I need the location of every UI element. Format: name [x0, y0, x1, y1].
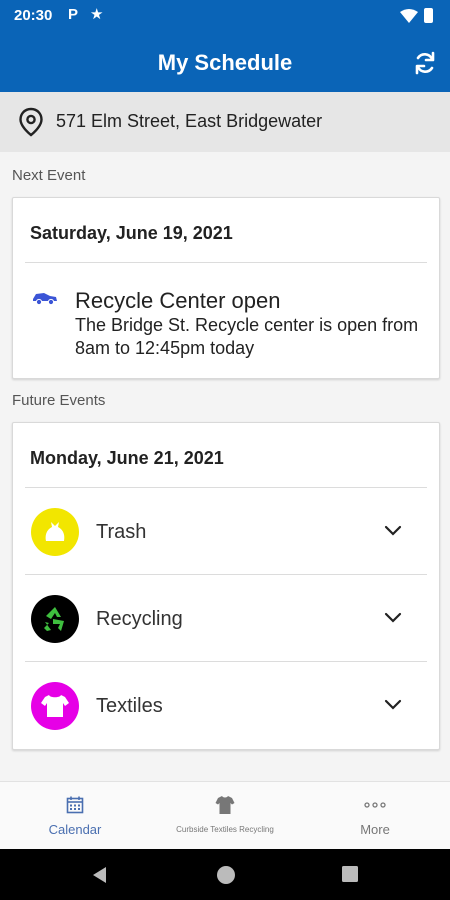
event-row-trash[interactable]: Trash [13, 488, 439, 574]
shirt-icon [215, 796, 235, 814]
next-event-date: Saturday, June 19, 2021 [30, 223, 233, 243]
divider [25, 262, 427, 263]
chevron-down-icon[interactable] [383, 698, 403, 712]
wifi-icon [400, 9, 418, 23]
future-events-card: Monday, June 21, 2021 Trash Recycling Te… [12, 422, 440, 750]
recents-icon[interactable] [342, 866, 358, 882]
page-title: My Schedule [157, 50, 293, 75]
trash-bag-icon [31, 508, 79, 556]
battery-icon [424, 8, 433, 23]
event-label-textiles: Textiles [96, 695, 163, 717]
star-icon: ★ [90, 6, 104, 23]
address-text: 571 Elm Street, East Bridgewater [56, 111, 323, 131]
home-icon[interactable] [215, 864, 237, 886]
app-bar: My Schedule [0, 32, 450, 92]
future-events-date: Monday, June 21, 2021 [30, 448, 224, 468]
bottom-navigation: Calendar Curbside Textiles Recycling Mor… [0, 781, 450, 850]
nav-more[interactable]: More [300, 782, 450, 850]
parking-icon: P [68, 6, 79, 23]
nav-more-label: More [360, 822, 390, 837]
more-icon [364, 802, 386, 808]
event-label-trash: Trash [96, 521, 147, 543]
event-row-recycling[interactable]: Recycling [13, 575, 439, 661]
event-label-recycling: Recycling [96, 608, 183, 630]
next-event-description: The Bridge St. Recycle center is open fr… [75, 315, 419, 358]
nav-calendar-label: Calendar [48, 822, 102, 837]
chevron-down-icon[interactable] [383, 524, 403, 538]
status-time: 20:30 [14, 7, 53, 24]
event-row-textiles[interactable]: Textiles [13, 662, 439, 748]
nav-curbside-textiles[interactable]: Curbside Textiles Recycling [150, 782, 300, 850]
next-event-card: Saturday, June 19, 2021 Recycle Center o… [12, 197, 440, 379]
next-event-label: Next Event [12, 167, 86, 184]
nav-curbside-textiles-label: Curbside Textiles Recycling [176, 825, 274, 834]
shirt-icon [31, 682, 79, 730]
future-events-label: Future Events [12, 392, 106, 409]
car-icon [33, 293, 57, 306]
back-icon[interactable] [91, 866, 107, 884]
recycling-icon [31, 595, 79, 643]
calendar-icon [66, 796, 84, 814]
nav-calendar[interactable]: Calendar [0, 782, 150, 850]
address-bar[interactable]: 571 Elm Street, East Bridgewater [0, 92, 450, 152]
chevron-down-icon[interactable] [383, 611, 403, 625]
location-pin-icon [19, 107, 43, 137]
refresh-icon[interactable] [412, 50, 438, 76]
system-navigation-bar [0, 849, 450, 900]
next-event-title: Recycle Center open [75, 288, 281, 313]
status-bar: 20:30 P ★ [0, 0, 450, 32]
